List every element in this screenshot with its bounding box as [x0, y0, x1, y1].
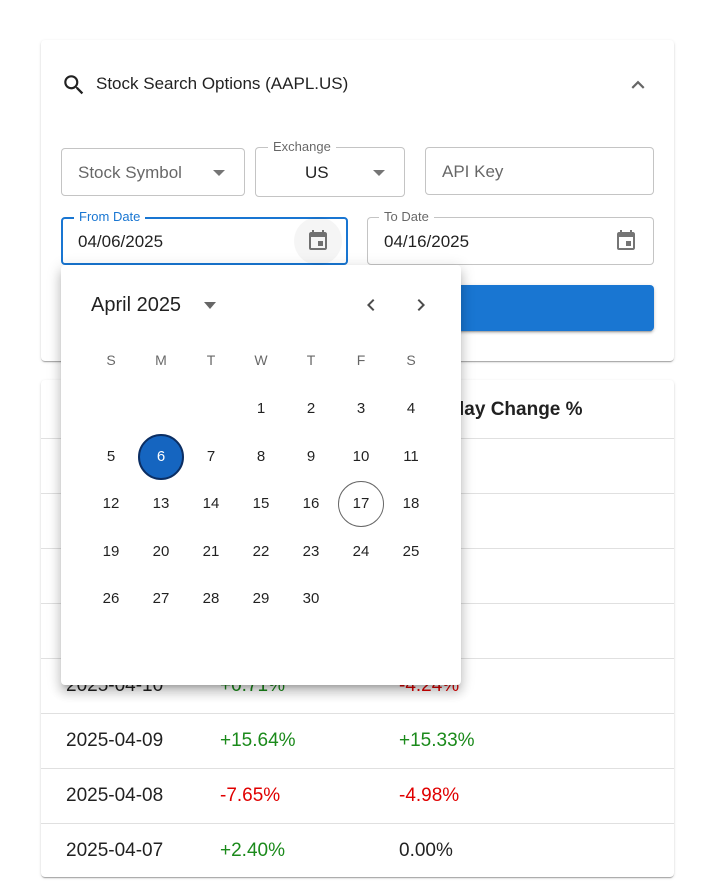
from-date-calendar-button[interactable] [294, 217, 342, 265]
calendar-day[interactable]: 16 [288, 481, 334, 527]
day-change-cell: -4.98% [399, 785, 460, 806]
weekday-label: W [254, 352, 268, 368]
calendar-day[interactable]: 27 [138, 576, 184, 622]
table-row: 2025-04-09 +15.64% +15.33% [41, 714, 674, 769]
table-row: 2025-04-08 -7.65% -4.98% [41, 769, 674, 824]
calendar-day[interactable]: 18 [388, 481, 434, 527]
calendar-month-label[interactable]: April 2025 [91, 294, 181, 317]
weekday-label: F [356, 352, 366, 368]
exchange-label: Exchange [268, 139, 336, 155]
calendar-day[interactable]: 21 [188, 529, 234, 575]
to-date-label: To Date [379, 209, 434, 225]
calendar-day[interactable]: 2 [288, 386, 334, 432]
calendar-day[interactable]: 20 [138, 529, 184, 575]
day-change-cell: +15.33% [399, 730, 475, 751]
calendar-day[interactable]: 28 [188, 576, 234, 622]
calendar-day-today[interactable]: 17 [338, 481, 384, 527]
change-cell: -7.65% [220, 785, 281, 806]
calendar-day[interactable]: 4 [388, 386, 434, 432]
api-key-placeholder: API Key [442, 162, 504, 181]
weekday-label: M [155, 352, 167, 368]
weekday-label: T [206, 352, 216, 368]
to-date-calendar-button[interactable] [602, 217, 650, 265]
weekday-label: S [406, 352, 416, 368]
chevron-left-icon [367, 299, 375, 311]
api-key-input[interactable]: API Key [425, 147, 654, 195]
calendar-day[interactable]: 22 [238, 529, 284, 575]
calendar-day[interactable]: 5 [88, 434, 134, 480]
calendar-icon [309, 230, 327, 250]
date-cell: 2025-04-08 [66, 785, 164, 806]
calendar-day[interactable]: 7 [188, 434, 234, 480]
stock-symbol-placeholder: Stock Symbol [78, 163, 182, 182]
table-row: 2025-04-07 +2.40% 0.00% [41, 824, 674, 877]
next-month-button[interactable] [403, 287, 439, 323]
arrow-drop-down-icon [373, 170, 385, 176]
exchange-value: US [305, 163, 329, 182]
table-header-day-change: lay Change % [459, 399, 583, 420]
to-date-value: 04/16/2025 [384, 232, 470, 251]
accordion-title: Stock Search Options (AAPL.US) [96, 74, 349, 93]
calendar-day[interactable]: 12 [88, 481, 134, 527]
change-cell: +2.40% [220, 840, 285, 861]
change-cell: +15.64% [220, 730, 296, 751]
calendar-day[interactable]: 10 [338, 434, 384, 480]
calendar-day[interactable]: 30 [288, 576, 334, 622]
calendar-day[interactable]: 3 [338, 386, 384, 432]
calendar-day[interactable]: 9 [288, 434, 334, 480]
calendar-day[interactable]: 25 [388, 529, 434, 575]
calendar-day[interactable]: 26 [88, 576, 134, 622]
from-date-label: From Date [74, 209, 146, 225]
exchange-select[interactable]: Exchange US [255, 139, 405, 197]
calendar-day[interactable]: 15 [238, 481, 284, 527]
chevron-right-icon [417, 299, 425, 311]
arrow-drop-down-icon[interactable] [204, 302, 216, 309]
accordion-header[interactable]: Stock Search Options (AAPL.US) [41, 40, 674, 126]
date-cell: 2025-04-09 [66, 730, 164, 751]
weekday-label: S [106, 352, 116, 368]
date-picker-popup: April 2025 SMTWTFS 1 2 3 4 5 6 7 8 9 10 11 12 13 14 15… [61, 265, 461, 685]
calendar-day[interactable]: 29 [238, 576, 284, 622]
calendar-day[interactable]: 14 [188, 481, 234, 527]
calendar-day[interactable]: 19 [88, 529, 134, 575]
stock-symbol-select[interactable]: Stock Symbol [61, 148, 245, 196]
arrow-drop-down-icon [213, 170, 225, 176]
calendar-day[interactable]: 23 [288, 529, 334, 575]
calendar-icon [617, 230, 635, 250]
to-date-field[interactable]: To Date 04/16/2025 [367, 209, 654, 265]
calendar-day-selected[interactable]: 6 [138, 433, 184, 480]
chevron-up-icon[interactable] [625, 72, 651, 98]
date-cell: 2025-04-07 [66, 840, 164, 861]
from-date-value: 04/06/2025 [78, 232, 164, 251]
calendar-day[interactable]: 1 [238, 386, 284, 432]
weekday-label: T [306, 352, 316, 368]
calendar-day[interactable]: 13 [138, 481, 184, 527]
calendar-day[interactable]: 24 [338, 529, 384, 575]
search-icon [64, 75, 84, 95]
day-change-cell: 0.00% [399, 840, 453, 861]
calendar-day[interactable]: 11 [388, 434, 434, 480]
previous-month-button[interactable] [353, 287, 389, 323]
from-date-field[interactable]: From Date 04/06/2025 [61, 209, 348, 265]
calendar-day[interactable]: 8 [238, 434, 284, 480]
